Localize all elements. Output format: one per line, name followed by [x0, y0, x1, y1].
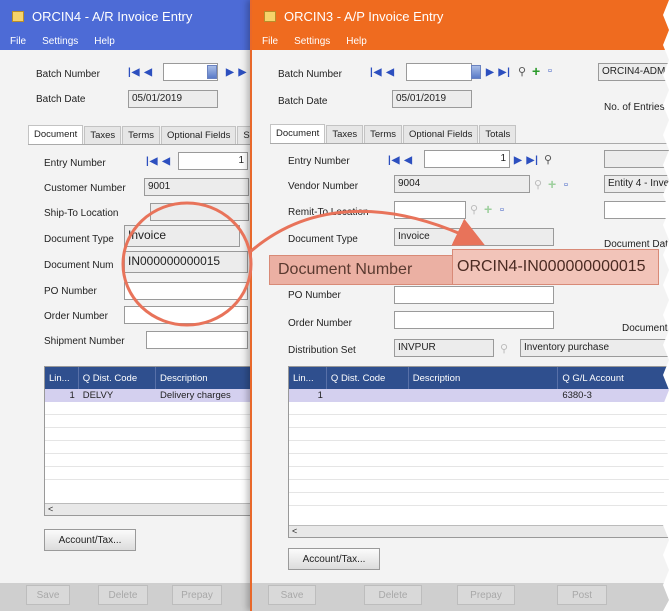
- highlight-circle: [121, 201, 253, 327]
- document-number-callout-label: Document Number: [269, 255, 453, 285]
- callout-arrow: [249, 209, 485, 254]
- document-number-callout-value[interactable]: ORCIN4-IN000000000015: [452, 249, 659, 285]
- callout-overlay: [121, 201, 485, 327]
